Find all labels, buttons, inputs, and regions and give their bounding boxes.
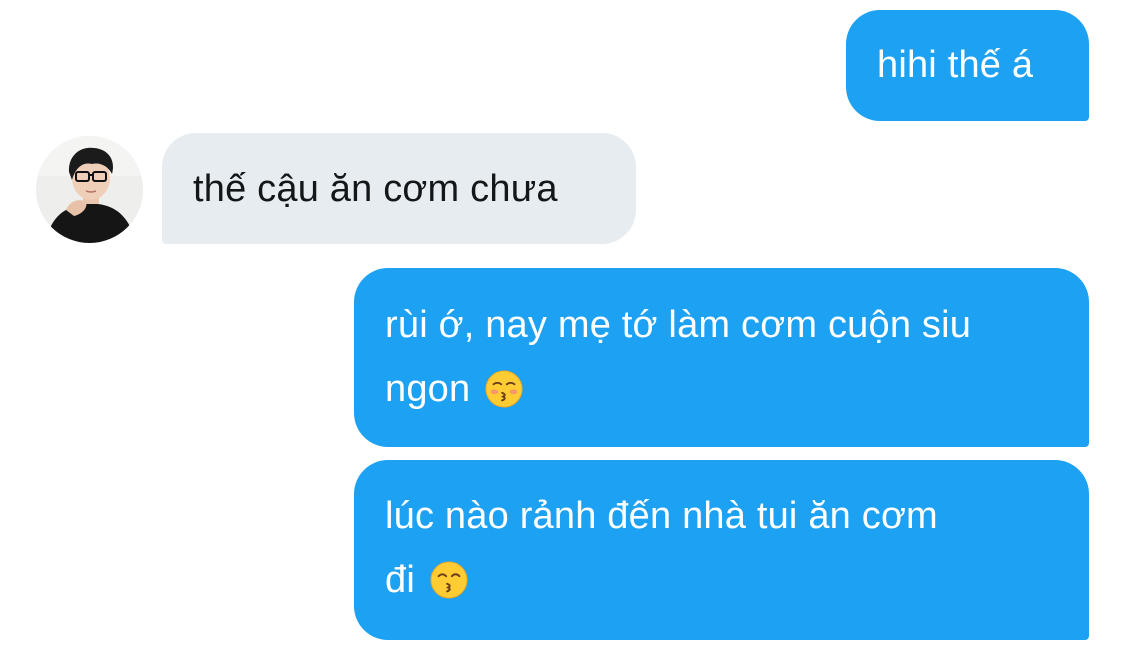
- message-text-line: lúc nào rảnh đến nhà tui ăn cơm: [385, 495, 938, 537]
- sent-message-bubble[interactable]: hihi thế á: [846, 10, 1089, 121]
- kissing-face-with-closed-eyes-icon: [485, 370, 523, 408]
- message-text: đi: [385, 559, 415, 601]
- sent-message-bubble[interactable]: lúc nào rảnh đến nhà tui ăn cơm đi: [354, 460, 1089, 640]
- message-text: hihi thế á: [877, 44, 1034, 86]
- message-text-line: rùi ớ, nay mẹ tớ làm cơm cuộn siu: [385, 304, 972, 346]
- received-message-bubble[interactable]: thế cậu ăn cơm chưa: [162, 133, 636, 244]
- avatar[interactable]: [36, 136, 143, 243]
- message-text: thế cậu ăn cơm chưa: [193, 168, 558, 210]
- message-text-line: đi: [385, 548, 1069, 612]
- message-text: ngon: [385, 368, 471, 410]
- message-text-line: ngon: [385, 357, 1069, 421]
- user-photo: [36, 136, 143, 243]
- sent-message-bubble[interactable]: rùi ớ, nay mẹ tớ làm cơm cuộn siu ngon: [354, 268, 1089, 447]
- kissing-face-with-smiling-eyes-icon: [430, 561, 468, 599]
